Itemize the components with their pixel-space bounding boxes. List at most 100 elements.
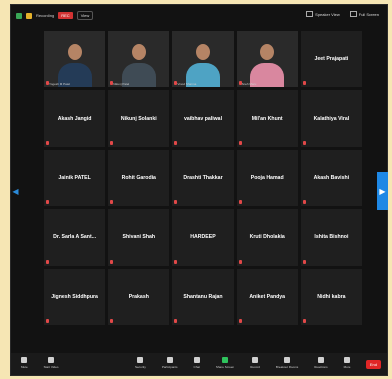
top-bar: Recording REC View Speaker View Full Scr… (11, 5, 387, 25)
muted-microphone-icon (110, 319, 114, 323)
participant-tile[interactable]: Pooja Hamad (236, 149, 298, 207)
participant-tile[interactable]: Yogesh M Patel (44, 31, 106, 88)
view-button[interactable]: View (76, 11, 94, 20)
reactions-button[interactable]: Reactions (314, 357, 328, 369)
participant-tile[interactable]: Akash Jangid (44, 90, 106, 147)
participant-name: Dr. Sarla A Sant... (53, 234, 97, 241)
participant-name: Vinod Sharma (177, 82, 197, 87)
muted-microphone-icon (174, 259, 178, 264)
speaker-view-icon (306, 11, 314, 17)
shield-icon[interactable] (16, 12, 22, 19)
participant-tile[interactable]: Nikunj Patel (108, 31, 170, 88)
participant-name: Nikunj Solanki (120, 115, 157, 122)
participant-name: Sneh Maru (241, 82, 257, 87)
participant-name: Shivani Shah (122, 234, 156, 241)
chat-button[interactable]: Chat (194, 357, 200, 369)
participant-name: Kruti Dholakia (249, 234, 285, 241)
smiley-icon (317, 357, 324, 363)
participant-name: Nidhi kabra (317, 293, 346, 300)
participant-video-face (195, 44, 210, 61)
share-screen-button[interactable]: Share Screen (216, 357, 234, 369)
muted-microphone-icon (110, 200, 114, 205)
muted-microphone-icon (174, 200, 178, 205)
previous-page-arrow-icon[interactable]: ◀ (10, 172, 21, 210)
participant-name: Nikunj Patel (113, 82, 130, 87)
participant-tile[interactable]: Prakash (108, 268, 170, 325)
participant-video-face (67, 44, 82, 61)
more-button[interactable]: More (344, 357, 351, 369)
participant-name: Shantanu Rajan (183, 293, 223, 300)
participant-name: Akash Jangid (57, 115, 92, 122)
chat-bubble-icon (193, 357, 200, 363)
participant-name: Rohit Garodia (121, 174, 156, 181)
participant-tile[interactable]: Jeet Prajapati (300, 31, 362, 88)
participant-tile[interactable]: Dr. Sarla A Sant... (44, 209, 106, 266)
participant-tile[interactable]: Sneh Maru (236, 31, 298, 88)
zoom-window: Recording REC View Speaker View Full Scr… (10, 4, 388, 376)
full-screen-button[interactable]: Full Screen (349, 11, 379, 17)
participant-tile[interactable]: Rohit Garodia (108, 149, 170, 207)
participant-tile[interactable]: Nidhi kabra (300, 268, 362, 325)
microphone-icon (21, 357, 28, 363)
muted-microphone-icon (238, 81, 242, 86)
muted-microphone-icon (46, 140, 49, 145)
speaker-view-button[interactable]: Speaker View (306, 11, 340, 17)
mute-button[interactable]: Mute (21, 357, 28, 369)
chat-label: Chat (193, 365, 200, 369)
participant-name: Yogesh M Patel (49, 82, 70, 87)
muted-microphone-icon (302, 200, 306, 205)
rec-badge[interactable]: REC (58, 12, 73, 19)
participant-name: Ishita Bishnoi (314, 234, 349, 241)
participant-tile[interactable]: vaibhav paliwal (172, 90, 234, 147)
participants-button[interactable]: Participants (162, 357, 178, 369)
participant-name: Jainik PATEL (58, 174, 91, 181)
participant-tile[interactable]: Kruti Dholakia (236, 209, 298, 266)
participant-name: Kalathiya Viral (313, 115, 350, 122)
breakout-rooms-icon (284, 357, 291, 363)
participant-tile[interactable]: Jignesh Siddhpura (44, 268, 106, 325)
participant-tile[interactable]: Jainik PATEL (44, 149, 106, 207)
participant-name: Jeet Prajapati (314, 56, 349, 63)
participant-tile[interactable]: Mil'an Khunt (236, 90, 298, 147)
muted-microphone-icon (46, 200, 49, 205)
participant-tile[interactable]: Aniket Pandya (236, 268, 298, 325)
muted-microphone-icon (238, 319, 242, 323)
participant-name: Akash Bavishi (313, 174, 350, 181)
record-button[interactable]: Record (250, 357, 260, 369)
mute-label: Mute (21, 365, 28, 369)
breakout-rooms-button[interactable]: Breakout Rooms (276, 357, 298, 369)
info-icon[interactable] (26, 12, 32, 19)
security-button[interactable]: Security (135, 357, 146, 369)
muted-microphone-icon (238, 200, 242, 205)
meeting-controls: Mute Start Video Security Participants C… (11, 353, 387, 375)
participant-name: Mil'an Khunt (251, 115, 283, 122)
full-screen-icon (349, 11, 357, 17)
participant-tile[interactable]: Nikunj Solanki (108, 90, 170, 147)
participant-tile[interactable]: Shivani Shah (108, 209, 170, 266)
participant-grid: Yogesh M Patel Nikunj Patel Vinod Sharma Sn… (44, 31, 362, 325)
participant-video-face (131, 44, 146, 61)
full-screen-label: Full Screen (358, 11, 379, 17)
participant-tile[interactable]: Drashti Thakkar (172, 149, 234, 207)
recording-label: Recording (36, 13, 55, 18)
participant-name: Aniket Pandya (249, 293, 286, 300)
breakout-rooms-label: Breakout Rooms (275, 365, 299, 369)
security-label: Security (135, 365, 146, 369)
video-camera-icon (48, 357, 55, 363)
end-meeting-button[interactable]: End (365, 360, 381, 369)
participant-tile[interactable]: Shantanu Rajan (172, 268, 234, 325)
participant-name: Jignesh Siddhpura (51, 293, 98, 300)
participant-name: Pooja Hamad (250, 174, 284, 181)
participant-tile[interactable]: Vinod Sharma (172, 31, 234, 88)
speaker-view-label: Speaker View (315, 11, 340, 17)
next-page-arrow-icon[interactable]: ▶ (377, 172, 388, 210)
muted-microphone-icon (46, 319, 49, 323)
participant-tile[interactable]: Akash Bavishi (300, 149, 362, 207)
participant-tile[interactable]: HARDEEP (172, 209, 234, 266)
start-video-button[interactable]: Start Video (44, 357, 58, 369)
share-screen-icon (222, 357, 229, 363)
muted-microphone-icon (174, 319, 178, 323)
ellipsis-icon (344, 357, 351, 363)
participant-tile[interactable]: Kalathiya Viral (300, 90, 362, 147)
participant-tile[interactable]: Ishita Bishnoi (300, 209, 362, 266)
